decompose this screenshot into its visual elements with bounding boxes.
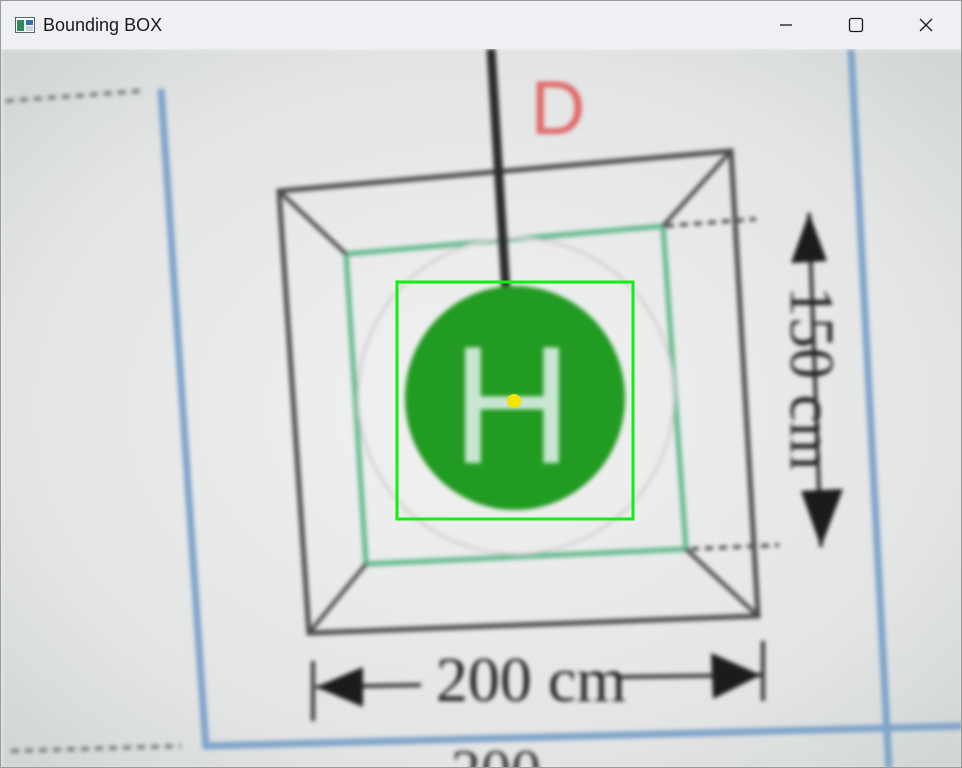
camera-view: H D 150 cm 200 cm 200 xyxy=(1,49,961,768)
minimize-icon xyxy=(780,24,792,26)
blurred-scene: H D 150 cm 200 cm 200 xyxy=(1,49,961,768)
vertical-dimension-label: 150 cm xyxy=(777,286,845,470)
window-title: Bounding BOX xyxy=(43,14,163,35)
title-bar[interactable]: Bounding BOX xyxy=(1,1,961,49)
app-window-icon xyxy=(15,17,35,33)
window-controls xyxy=(751,1,961,49)
maximize-button[interactable] xyxy=(821,1,891,49)
close-icon xyxy=(919,18,933,32)
horizontal-dimension-label: 200 cm xyxy=(436,644,626,715)
maximize-icon xyxy=(848,17,864,33)
center-point-marker xyxy=(507,394,521,408)
label-d: D xyxy=(531,66,586,151)
close-button[interactable] xyxy=(891,1,961,49)
camera-frame: H D 150 cm 200 cm 200 xyxy=(1,49,961,768)
partial-bottom-text: 200 xyxy=(451,738,541,768)
minimize-button[interactable] xyxy=(751,1,821,49)
app-window: Bounding BOX H D 150 cm 200 cm xyxy=(0,0,962,768)
